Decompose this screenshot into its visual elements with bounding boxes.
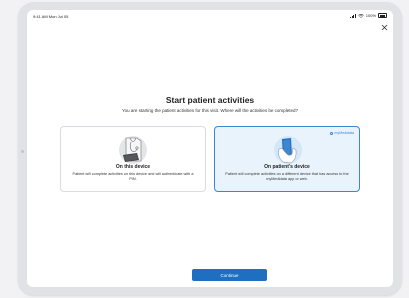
close-icon <box>381 24 387 31</box>
status-indicators: 100% <box>350 13 387 18</box>
option-description: Patient will complete activities on this… <box>72 172 194 181</box>
wifi-icon <box>358 13 364 18</box>
option-title: On patient's device <box>264 164 310 170</box>
hand-phone-illustration <box>274 136 302 164</box>
tablet-frame: 9:41 AM Mon Jul 05 100% Start patient ac… <box>18 2 402 295</box>
home-sensor-dot <box>21 150 24 153</box>
continue-button[interactable]: Continue <box>192 269 267 281</box>
page-title: Start patient activities <box>165 95 255 105</box>
status-time: 9:41 AM Mon Jul 05 <box>33 14 69 19</box>
battery-percent: 100% <box>365 13 376 18</box>
close-button[interactable] <box>380 24 388 32</box>
option-card-patient-device[interactable]: myMedidata On patient's device Patient w… <box>214 126 360 192</box>
doctor-tablet-illustration <box>119 136 147 164</box>
option-title: On this device <box>115 164 151 170</box>
brand-label-text: myMedidata <box>334 131 354 135</box>
battery-icon <box>378 13 387 18</box>
status-bar: 9:41 AM Mon Jul 05 100% <box>27 10 393 22</box>
option-card-this-device[interactable]: On this device Patient will complete act… <box>60 126 206 192</box>
page-subtitle: You are starting the patient activities … <box>122 108 298 113</box>
mymedidata-logo-icon <box>330 131 334 135</box>
option-description: Patient will complete activities on a di… <box>225 172 349 181</box>
app-screen: 9:41 AM Mon Jul 05 100% Start patient ac… <box>27 10 393 287</box>
cellular-signal-icon <box>350 13 356 18</box>
brand-label: myMedidata <box>330 131 354 135</box>
